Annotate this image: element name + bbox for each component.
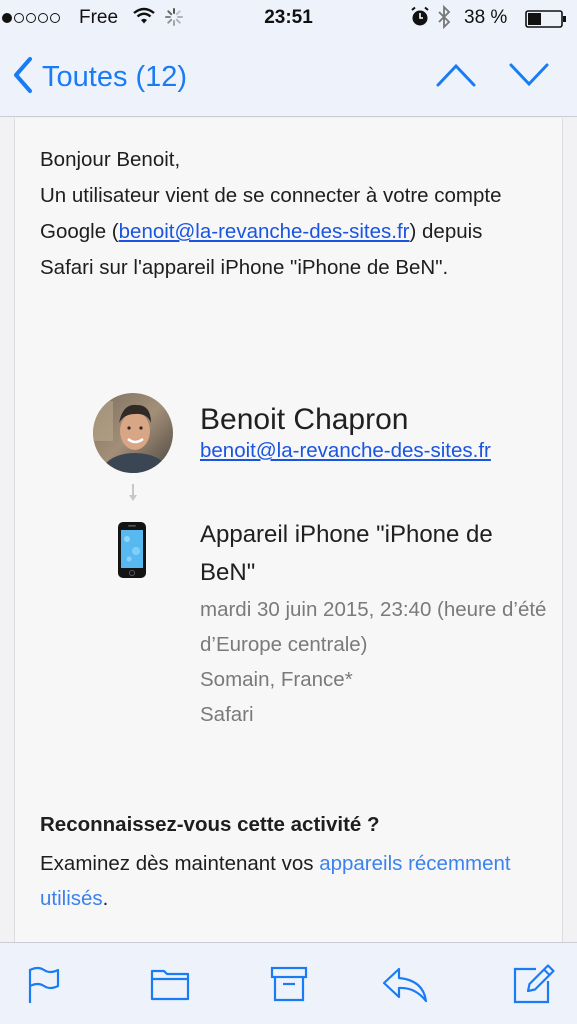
flag-button[interactable] [26, 965, 62, 1010]
review-text-end: . [102, 887, 109, 910]
flag-icon [28, 966, 60, 1003]
account-email-link[interactable]: benoit@la-revanche-des-sites.fr [119, 220, 410, 243]
account-user-email-link[interactable]: benoit@la-revanche-des-sites.fr [200, 439, 491, 463]
archive-button[interactable] [270, 965, 308, 1008]
activity-location: Somain, France* [200, 668, 353, 691]
previous-message-button[interactable] [436, 62, 476, 93]
activity-question: Reconnaissez-vous cette activité ? [40, 813, 380, 836]
archive-icon [270, 966, 308, 1002]
compose-icon [513, 964, 555, 1004]
back-button[interactable]: Toutes (12) [12, 56, 187, 98]
review-paragraph: Examinez dès maintenant vos appareils ré… [40, 846, 520, 916]
chevron-left-icon [12, 56, 34, 99]
activity-date: mardi 30 juin 2015, 23:40 (heure d’été d… [200, 598, 547, 656]
folder-icon [150, 969, 190, 1001]
intro-paragraph: Bonjour Benoit, Un utilisateur vient de … [40, 142, 540, 286]
bluetooth-icon [437, 4, 451, 35]
review-text: Examinez dès maintenant vos [40, 852, 320, 875]
next-message-button[interactable] [509, 62, 549, 93]
chevron-up-icon [436, 63, 476, 87]
battery-icon [525, 10, 567, 34]
alarm-icon [410, 6, 430, 34]
avatar [93, 393, 173, 473]
arrow-down-icon [128, 484, 138, 507]
device-name: Appareil iPhone "iPhone de BeN" [200, 521, 493, 586]
greeting: Bonjour Benoit, [40, 148, 181, 171]
chevron-down-icon [509, 63, 549, 87]
compose-button[interactable] [512, 961, 556, 1010]
bottom-toolbar [0, 942, 577, 1024]
back-button-label: Toutes (12) [42, 60, 188, 93]
navigation-bar: Toutes (12) [0, 38, 577, 117]
battery-percentage: 38 % [464, 7, 508, 28]
move-to-folder-button[interactable] [150, 965, 190, 1006]
activity-browser: Safari [200, 703, 254, 726]
reply-icon [382, 967, 428, 1003]
account-user-name: Benoit Chapron [200, 403, 409, 436]
reply-button[interactable] [381, 965, 429, 1010]
message-body: Bonjour Benoit, Un utilisateur vient de … [14, 118, 563, 942]
status-bar: Free 23:51 38 % [0, 0, 577, 38]
iphone-icon [117, 521, 147, 584]
